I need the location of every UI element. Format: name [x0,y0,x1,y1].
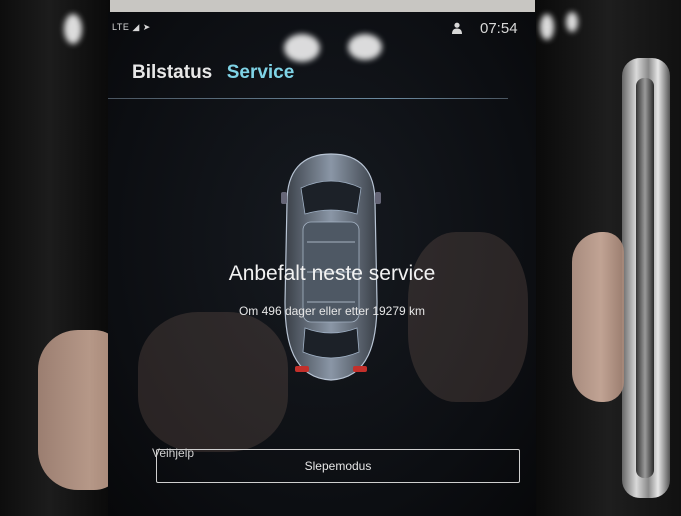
reflection [138,312,288,452]
clock: 07:54 [480,20,518,37]
light-glare [566,12,578,32]
infotainment-screen: LTE ◢ ➤ 07:54 Bilstatus Service Anbefalt… [108,12,536,516]
signal-indicator: LTE ◢ ➤ [112,22,151,33]
status-bar: LTE ◢ ➤ 07:54 [108,20,536,40]
signal-label: LTE [112,22,130,32]
light-glare [540,14,554,40]
hand-right [572,232,624,402]
chrome-trim-inner [636,78,654,478]
location-icon: ➤ [142,22,151,32]
tab-bilstatus[interactable]: Bilstatus [132,62,212,84]
light-glare [64,14,82,44]
light-glare [348,34,382,60]
light-glare [284,34,320,62]
tab-bar: Bilstatus Service [132,62,304,88]
slepemodus-button[interactable]: Slepemodus [156,449,520,483]
user-profile-icon[interactable] [452,22,462,37]
service-subtitle: Om 496 dager eller etter 19279 km [238,304,426,318]
tab-divider [108,98,508,99]
tab-service[interactable]: Service [227,62,295,84]
service-title: Anbefalt neste service [228,262,436,285]
signal-icon: ◢ [132,22,140,32]
